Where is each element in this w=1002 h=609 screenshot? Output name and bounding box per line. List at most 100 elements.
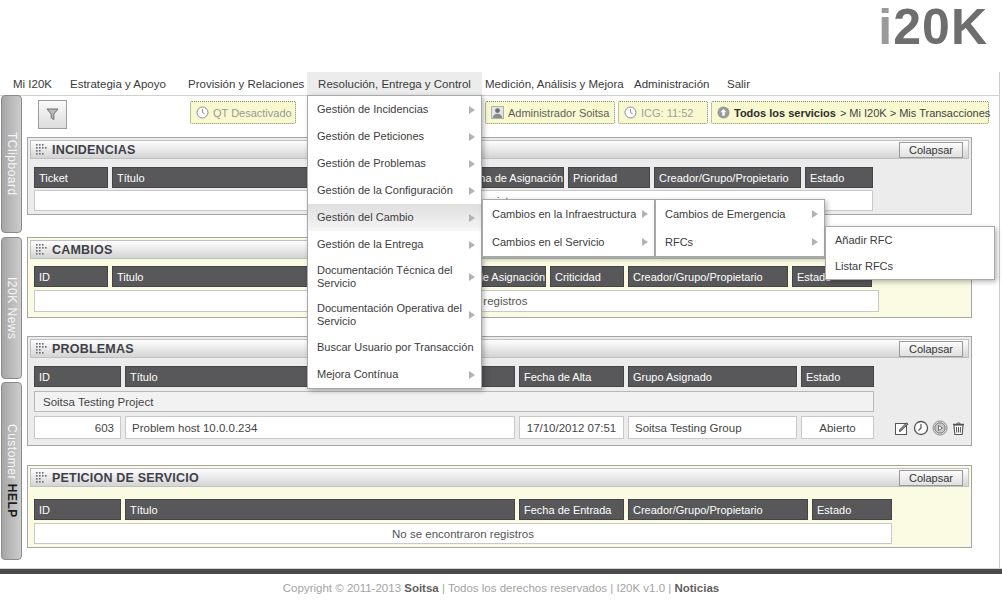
menu-item-gestion-entrega[interactable]: Gestión de la Entrega bbox=[308, 231, 481, 258]
breadcrumb[interactable]: Todos los servicios > Mi I20K > Mis Tran… bbox=[711, 101, 989, 124]
icg-status-label: ICG: 11:52 bbox=[641, 107, 693, 119]
filter-button[interactable] bbox=[38, 100, 67, 129]
submenu-arrow-icon bbox=[469, 214, 475, 222]
collapse-button[interactable]: Colapsar bbox=[899, 142, 963, 158]
column-header-estado[interactable]: Estado bbox=[801, 366, 874, 387]
submenu-arrow-icon bbox=[469, 106, 475, 114]
breadcrumb-root: Todos los servicios bbox=[734, 107, 836, 119]
menu-item-cambios-infraestructura[interactable]: Cambios en la Infraestructura bbox=[483, 200, 654, 228]
column-header-grupo-asignado[interactable]: Grupo Asignado bbox=[628, 366, 797, 387]
group-row[interactable]: Soitsa Testing Project bbox=[34, 391, 874, 412]
section-incidencias-header: INCIDENCIAS Colapsar bbox=[30, 140, 969, 159]
section-peticion: PETICION DE SERVICIO Colapsar ID Título … bbox=[27, 465, 972, 548]
menu-item-listar-rfcs[interactable]: Listar RFCs bbox=[826, 253, 994, 279]
user-icon bbox=[491, 106, 504, 119]
menu-item-mejora-continua[interactable]: Mejora Contínua bbox=[308, 361, 481, 388]
footer-soitsa: Soitsa bbox=[404, 582, 439, 594]
trash-icon[interactable] bbox=[951, 420, 966, 436]
section-title: PETICION DE SERVICIO bbox=[52, 471, 199, 485]
footer-bar bbox=[0, 569, 1002, 574]
menu-item-rfcs[interactable]: RFCs bbox=[656, 228, 824, 256]
sidebar-tab-customer-help[interactable]: Customer HELP bbox=[1, 382, 22, 560]
column-header-id[interactable]: ID bbox=[34, 499, 121, 520]
column-header-criticidad[interactable]: Criticidad bbox=[550, 266, 624, 287]
user-status[interactable]: Administrador Soitsa bbox=[485, 101, 615, 124]
menu-item-gestion-incidencias[interactable]: Gestión de Incidencias bbox=[308, 96, 481, 123]
sidebar-tab-i20k-news[interactable]: I20K News bbox=[1, 237, 22, 379]
section-title: INCIDENCIAS bbox=[52, 143, 135, 157]
menu-item-cambios-emergencia[interactable]: Cambios de Emergencia bbox=[656, 200, 824, 228]
menubar-item-resolucion[interactable]: Resolución, Entrega y Control bbox=[307, 72, 482, 95]
menu-item-doc-tecnica[interactable]: Documentación Técnica del Servicio bbox=[308, 258, 481, 296]
globe-icon bbox=[717, 106, 730, 119]
menu-item-anadir-rfc[interactable]: Añadir RFC bbox=[826, 227, 994, 253]
column-header-creador[interactable]: Creador/Grupo/Propietario bbox=[628, 266, 788, 287]
menubar-item-estrategia[interactable]: Estrategia y Apoyo bbox=[59, 72, 177, 95]
menu-item-buscar-usuario[interactable]: Buscar Usuario por Transacción bbox=[308, 334, 481, 361]
icg-status[interactable]: ICG: 11:52 bbox=[618, 101, 708, 124]
menu-item-gestion-problemas[interactable]: Gestión de Problemas bbox=[308, 150, 481, 177]
menu-item-gestion-peticiones[interactable]: Gestión de Peticiones bbox=[308, 123, 481, 150]
row-actions bbox=[894, 420, 966, 436]
menubar-item-mi-i20k[interactable]: Mi I20K bbox=[2, 72, 63, 95]
column-header-fecha-alta[interactable]: Fecha de Alta bbox=[519, 366, 624, 387]
clock-icon bbox=[196, 106, 209, 119]
user-status-label: Administrador Soitsa bbox=[508, 107, 610, 119]
menubar-item-salir[interactable]: Salir bbox=[716, 72, 761, 95]
column-header-titulo[interactable]: Título bbox=[125, 499, 515, 520]
submenu-arrow-icon bbox=[469, 371, 475, 379]
submenu-arrow-icon bbox=[469, 133, 475, 141]
column-header-ticket[interactable]: Ticket bbox=[34, 167, 108, 188]
section-peticion-header: PETICION DE SERVICIO Colapsar bbox=[30, 468, 969, 487]
qt-status[interactable]: QT Desactivado bbox=[190, 101, 296, 124]
sidebar-tab-label: Customer HELP bbox=[5, 424, 19, 518]
submenu-arrow-icon bbox=[469, 241, 475, 249]
footer-text: Copyright © 2011-2013 Soitsa | Todos los… bbox=[0, 582, 1002, 594]
column-header-estado[interactable]: Estado bbox=[812, 499, 892, 520]
menubar: Mi I20K Estrategia y Apoyo Provisión y R… bbox=[0, 72, 1000, 96]
menubar-item-medicion[interactable]: Medición, Análisis y Mejora bbox=[474, 72, 635, 95]
column-header-id[interactable]: ID bbox=[34, 366, 121, 387]
empty-row: No se encontraron registros bbox=[34, 523, 892, 544]
edit-icon[interactable] bbox=[894, 420, 910, 436]
clock-icon[interactable] bbox=[913, 420, 929, 436]
submenu-arrow-icon bbox=[469, 311, 475, 319]
grip-icon bbox=[36, 144, 47, 155]
menubar-item-provision[interactable]: Provisión y Relaciones bbox=[177, 72, 315, 95]
sidebar-tab-tclipboard[interactable]: TClipboard bbox=[1, 95, 22, 233]
menu-item-gestion-configuracion[interactable]: Gestión de la Configuración bbox=[308, 177, 481, 204]
cell-fecha-alta: 17/10/2012 07:51 bbox=[519, 416, 624, 439]
cell-titulo: Problem host 10.0.0.234 bbox=[125, 416, 515, 439]
column-header-creador[interactable]: Creador/Grupo/Propietario bbox=[654, 167, 801, 188]
submenu-arrow-icon bbox=[469, 273, 475, 281]
column-header-prioridad[interactable]: Prioridad bbox=[568, 167, 650, 188]
funnel-icon bbox=[45, 107, 60, 122]
menu-item-gestion-cambio[interactable]: Gestión del Cambio bbox=[308, 204, 481, 231]
column-header-fecha-entrada[interactable]: Fecha de Entrada bbox=[519, 499, 624, 520]
play-icon[interactable] bbox=[932, 420, 948, 436]
app: i20K Mi I20K Estrategia y Apoyo Provisió… bbox=[0, 0, 1002, 609]
table-row[interactable]: 603 Problem host 10.0.0.234 17/10/2012 0… bbox=[34, 416, 966, 439]
content-right-border bbox=[999, 72, 1000, 568]
collapse-button[interactable]: Colapsar bbox=[899, 341, 963, 357]
sidebar-tab-label: I20K News bbox=[5, 277, 19, 340]
menu-item-doc-operativa[interactable]: Documentación Operativa del Servicio bbox=[308, 296, 481, 334]
grip-icon bbox=[36, 244, 47, 255]
column-header-estado[interactable]: Estado bbox=[805, 167, 873, 188]
cell-grupo: Soitsa Testing Group bbox=[628, 416, 797, 439]
collapse-button[interactable]: Colapsar bbox=[899, 470, 963, 486]
menubar-item-administracion[interactable]: Administración bbox=[623, 72, 720, 95]
column-header-id[interactable]: ID bbox=[34, 266, 108, 287]
cell-id: 603 bbox=[34, 416, 121, 439]
submenu-cambios-infraestructura: Cambios de Emergencia RFCs bbox=[655, 199, 825, 257]
submenu-gestion-cambio: Cambios en la Infraestructura Cambios en… bbox=[482, 199, 655, 257]
footer-noticias-link[interactable]: Noticias bbox=[674, 582, 719, 594]
column-header-creador[interactable]: Creador/Grupo/Propietario bbox=[628, 499, 808, 520]
menu-item-cambios-servicio[interactable]: Cambios en el Servicio bbox=[483, 228, 654, 256]
dropdown-resolucion: Gestión de Incidencias Gestión de Petici… bbox=[307, 95, 482, 389]
submenu-rfcs: Añadir RFC Listar RFCs bbox=[825, 226, 995, 280]
submenu-arrow-icon bbox=[812, 210, 818, 218]
submenu-arrow-icon bbox=[469, 160, 475, 168]
submenu-arrow-icon bbox=[642, 238, 648, 246]
submenu-arrow-icon bbox=[469, 187, 475, 195]
